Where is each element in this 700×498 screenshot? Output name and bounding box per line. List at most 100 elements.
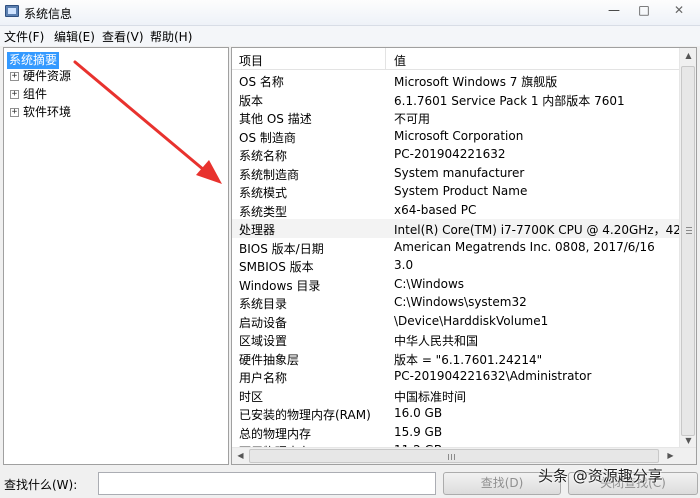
row-item-cell: 系统类型	[239, 204, 288, 219]
table-row[interactable]: BIOS 版本/日期 American Megatrends Inc. 0808,…	[232, 238, 680, 257]
row-value-cell: 3.0	[394, 258, 414, 272]
horizontal-scrollbar[interactable]: ◀ ▶	[232, 447, 696, 464]
table-row[interactable]: 总的物理内存 15.9 GB	[232, 423, 680, 442]
table-row[interactable]: OS 制造商 Microsoft Corporation	[232, 127, 680, 146]
grip-line	[448, 454, 449, 460]
row-value-cell: 版本 = "6.1.7601.24214"	[394, 352, 543, 367]
tree-item-system-summary[interactable]: 系统摘要	[7, 52, 60, 69]
row-item-cell: 系统目录	[239, 297, 288, 311]
row-item-cell: OS 制造商	[239, 130, 296, 145]
row-value-cell: PC-201904221632\Administrator	[394, 369, 592, 383]
table-row[interactable]: SMBIOS 版本 3.0	[232, 256, 680, 275]
table-row[interactable]: 硬件抽象层 版本 = "6.1.7601.24214"	[232, 349, 680, 368]
row-item-cell: BIOS 版本/日期	[239, 241, 324, 256]
row-value-cell: 15.9 GB	[394, 424, 443, 439]
tree-item-components[interactable]: 组件	[23, 86, 47, 103]
table-row[interactable]: 时区 中国标准时间	[232, 386, 680, 405]
table-row[interactable]: 版本 6.1.7601 Service Pack 1 内部版本 7601	[232, 90, 680, 109]
table-row[interactable]: 系统目录 C:\Windows\system32	[232, 293, 680, 312]
system-info-app-icon	[5, 5, 19, 17]
details-list: 项目 值 OS 名称 Microsoft Windows 7 旗舰版版本 6.1.7…	[231, 47, 697, 465]
tree-item-hardware-resources[interactable]: 硬件资源	[23, 68, 71, 85]
row-value-cell: 中国标准时间	[394, 389, 467, 404]
row-item-cell: 已安装的物理内存(RAM)	[239, 408, 371, 422]
row-value-cell: 16.0 GB	[394, 406, 443, 420]
row-item-cell: 系统制造商	[239, 167, 300, 182]
table-row[interactable]: Windows 目录 C:\Windows	[232, 275, 680, 294]
list-rows: OS 名称 Microsoft Windows 7 旗舰版版本 6.1.7601 S…	[232, 71, 696, 460]
row-item-cell: 硬件抽象层	[239, 352, 300, 367]
scroll-left-arrow-icon[interactable]: ◀	[232, 451, 249, 460]
row-value-cell: C:\Windows	[394, 276, 465, 291]
tree-item-software-environment[interactable]: 软件环境	[23, 104, 71, 121]
menu-view[interactable]: 查看(V)	[102, 28, 144, 45]
row-item-cell: OS 名称	[239, 75, 284, 89]
row-value-cell: System Product Name	[394, 184, 528, 198]
scroll-down-arrow-icon[interactable]: ▼	[680, 436, 696, 445]
row-item-cell: 总的物理内存	[239, 426, 312, 441]
grip-line	[686, 233, 692, 234]
column-header-value[interactable]: 值	[394, 52, 406, 69]
table-row[interactable]: 区域设置 中华人民共和国	[232, 330, 680, 349]
table-row[interactable]: OS 名称 Microsoft Windows 7 旗舰版	[232, 71, 680, 90]
grip-line	[686, 230, 692, 231]
expand-icon[interactable]: +	[10, 72, 19, 81]
scroll-up-arrow-icon[interactable]: ▲	[680, 51, 696, 60]
expand-icon[interactable]: +	[10, 108, 19, 117]
row-item-cell: 系统名称	[239, 149, 288, 163]
row-item-cell: 时区	[239, 389, 264, 404]
row-value-cell: Intel(R) Core(TM) i7-7700K CPU @ 4.20GHz…	[394, 223, 697, 237]
watermark-text: 头条 @资源趣分享	[538, 467, 663, 485]
row-value-cell: Microsoft Windows 7 旗舰版	[394, 75, 558, 89]
row-value-cell: American Megatrends Inc. 0808, 2017/6/16	[394, 239, 655, 254]
grip-line	[686, 227, 692, 228]
row-item-cell: SMBIOS 版本	[239, 260, 314, 274]
maximize-button[interactable]: □	[628, 0, 660, 20]
grip-line	[454, 454, 455, 460]
minimize-button[interactable]: —	[598, 0, 630, 20]
close-button[interactable]: ✕	[658, 0, 700, 20]
column-header-item[interactable]: 项目	[239, 52, 263, 69]
find-label: 查找什么(W):	[4, 478, 78, 492]
grip-line	[451, 454, 452, 460]
column-divider[interactable]	[385, 48, 386, 70]
menu-bar: 文件(F) 编辑(E) 查看(V) 帮助(H)	[0, 26, 700, 46]
window-title: 系统信息	[24, 7, 73, 21]
table-row[interactable]: 系统模式 System Product Name	[232, 182, 680, 201]
table-row[interactable]: 处理器 Intel(R) Core(TM) i7-7700K CPU @ 4.20…	[232, 219, 696, 238]
find-input[interactable]	[98, 472, 436, 495]
table-row[interactable]: 系统制造商 System manufacturer	[232, 164, 680, 183]
table-row[interactable]: 已安装的物理内存(RAM) 16.0 GB	[232, 404, 680, 423]
table-row[interactable]: 用户名称 PC-201904221632\Administrator	[232, 367, 680, 386]
vertical-scrollbar[interactable]: ▲ ▼	[679, 48, 696, 448]
title-bar: 系统信息 — □ ✕	[0, 0, 700, 26]
row-item-cell: 版本	[239, 93, 264, 108]
vertical-scroll-thumb[interactable]	[681, 66, 695, 436]
horizontal-scroll-thumb[interactable]	[249, 449, 659, 463]
row-value-cell: PC-201904221632	[394, 147, 506, 161]
menu-file[interactable]: 文件(F)	[4, 28, 44, 45]
row-value-cell: C:\Windows\system32	[394, 295, 527, 309]
row-value-cell: Microsoft Corporation	[394, 128, 524, 143]
table-row[interactable]: 系统名称 PC-201904221632	[232, 145, 680, 164]
expand-icon[interactable]: +	[10, 90, 19, 99]
row-item-cell: 其他 OS 描述	[239, 112, 312, 126]
category-tree: 系统摘要 + 硬件资源 + 组件 + 软件环境	[3, 47, 229, 465]
row-value-cell: 不可用	[394, 112, 431, 126]
row-value-cell: \Device\HarddiskVolume1	[394, 313, 549, 328]
row-value-cell: System manufacturer	[394, 165, 525, 180]
list-header: 项目 值	[232, 48, 680, 70]
row-item-cell: 区域设置	[239, 334, 288, 348]
row-value-cell: 6.1.7601 Service Pack 1 内部版本 7601	[394, 93, 625, 108]
scroll-right-arrow-icon[interactable]: ▶	[662, 451, 679, 460]
table-row[interactable]: 其他 OS 描述 不可用	[232, 108, 680, 127]
row-item-cell: 用户名称	[239, 371, 288, 385]
row-item-cell: 启动设备	[239, 315, 288, 330]
row-item-cell: 处理器	[239, 223, 276, 237]
menu-edit[interactable]: 编辑(E)	[54, 28, 95, 45]
row-item-cell: 系统模式	[239, 186, 288, 200]
menu-help[interactable]: 帮助(H)	[150, 28, 192, 45]
table-row[interactable]: 启动设备 \Device\HarddiskVolume1	[232, 312, 680, 331]
table-row[interactable]: 系统类型 x64-based PC	[232, 201, 680, 220]
row-value-cell: 中华人民共和国	[394, 334, 479, 348]
